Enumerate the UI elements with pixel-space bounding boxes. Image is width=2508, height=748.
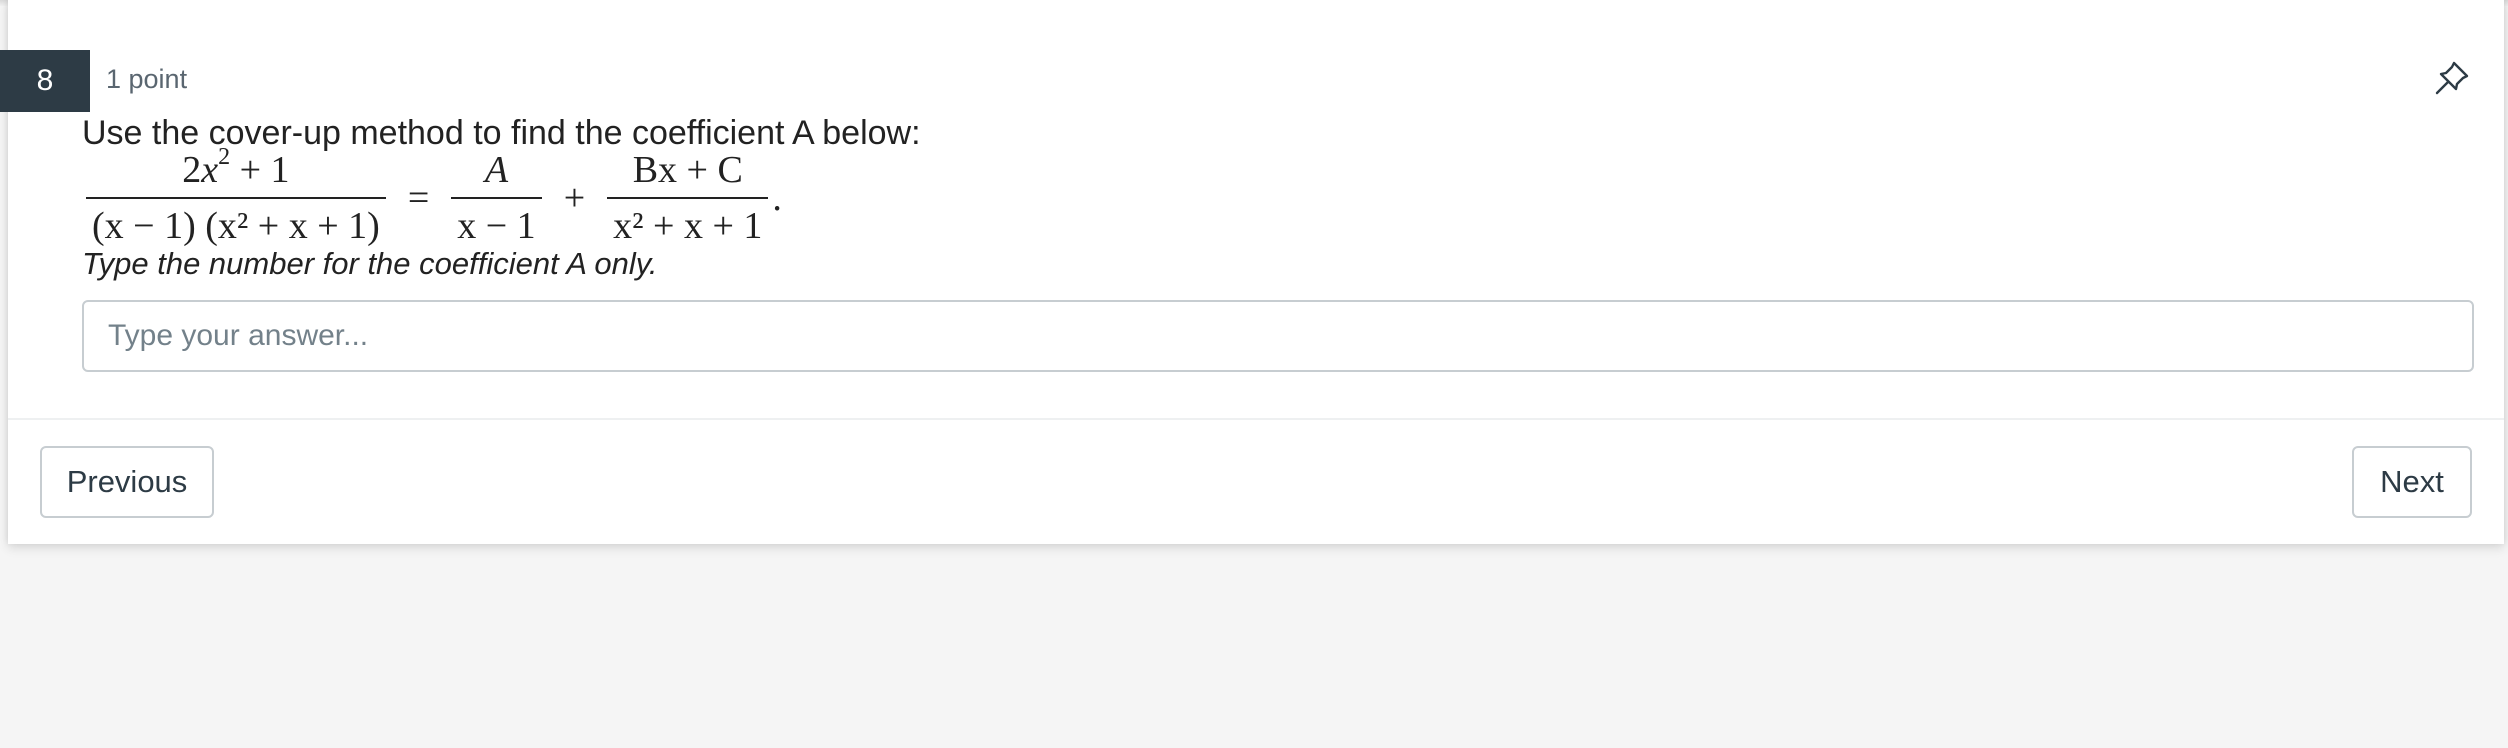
equals-sign: = (407, 177, 430, 219)
next-button[interactable]: Next (2352, 446, 2472, 518)
term-a-fraction: A x − 1 (451, 147, 542, 249)
footer-divider (8, 418, 2504, 420)
answer-hint: Type the number for the coefficient A on… (82, 246, 658, 281)
term-bc-denominator: x² + x + 1 (607, 197, 769, 249)
lhs-numerator: 2x2 + 1 (182, 144, 290, 191)
equation-period: . (772, 177, 782, 219)
previous-button[interactable]: Previous (40, 446, 214, 518)
partial-fraction-equation: 2x2 + 1 (x − 1) (x² + x + 1) = A x − 1 +… (82, 144, 782, 249)
plus-sign: + (563, 177, 586, 219)
term-bc-numerator: Bx + C (632, 149, 743, 191)
question-number-badge: 8 (0, 50, 90, 112)
pin-icon[interactable] (2432, 58, 2472, 98)
term-a-numerator: A (484, 149, 509, 191)
term-a-denominator: x − 1 (451, 197, 542, 249)
lhs-fraction: 2x2 + 1 (x − 1) (x² + x + 1) (86, 144, 386, 249)
lhs-denominator: (x − 1) (x² + x + 1) (86, 197, 386, 249)
term-bc-fraction: Bx + C x² + x + 1 (607, 147, 769, 249)
answer-input[interactable] (82, 300, 2474, 372)
question-points: 1 point (106, 64, 188, 94)
